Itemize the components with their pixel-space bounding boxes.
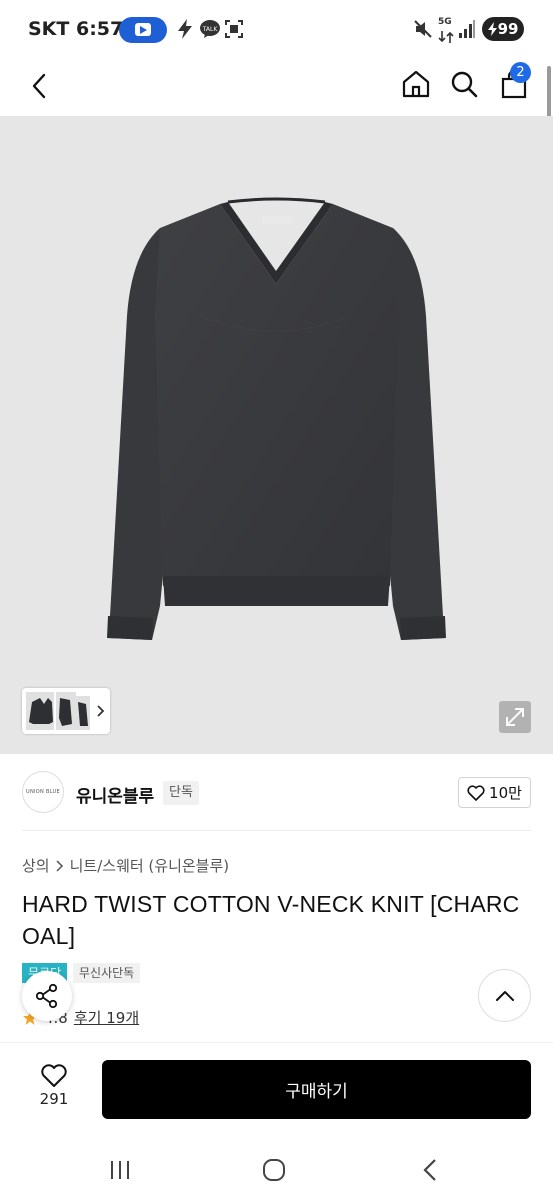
chevron-up-icon [495,990,514,1001]
carrier-time: SKT 6:57 [28,18,124,40]
breadcrumb-subcategory[interactable]: 니트/스웨터 (유니온블루) [70,855,230,876]
back-button[interactable] [22,66,56,106]
divider [22,830,531,831]
home-circle-icon [263,1159,285,1181]
brand-like-button[interactable]: 10만 [458,777,531,808]
battery-indicator: 99 [482,17,524,41]
back-nav-icon [423,1159,436,1181]
back-nav-button[interactable] [410,1150,450,1190]
brand-like-count: 10만 [489,784,522,802]
brand-logo[interactable]: UNION BLUE [22,771,64,813]
scrollbar[interactable] [547,66,551,118]
cart-count-badge: 2 [510,62,531,83]
battery-level: 99 [497,20,519,38]
scroll-top-button[interactable] [478,969,531,1022]
brand-name[interactable]: 유니온블루 [76,782,154,807]
thumbnail-images [26,692,105,730]
svg-text:TALK: TALK [202,26,219,33]
mute-icon [413,19,433,44]
system-nav-bar [0,1134,553,1200]
product-detail-screen: SKT 6:57 TALK 5G 99 2 UNION BLUE 유니온블루 단… [0,0,553,1200]
breadcrumb: 상의 니트/스웨터 (유니온블루) [22,855,229,876]
expand-button[interactable] [499,701,531,733]
review-link[interactable]: 후기 19개 [74,1007,139,1028]
recent-apps-icon [111,1161,129,1179]
talk-icon: TALK [199,19,221,44]
app-header [0,58,553,116]
buy-button[interactable]: 구매하기 [102,1060,531,1119]
chevron-right-icon [56,859,63,872]
signal-icon [458,19,476,43]
product-image[interactable] [0,116,553,754]
brand-logo-text: UNION BLUE [26,789,60,795]
youtube-icon [119,17,167,43]
breadcrumb-category[interactable]: 상의 [22,855,50,876]
search-icon [451,71,478,98]
product-title: HARD TWIST COTTON V-NECK KNIT [CHARCOAL] [22,891,520,949]
search-button[interactable] [446,64,482,104]
home-icon [402,70,430,98]
screenshot-icon [224,19,244,44]
wishlist-count: 291 [39,1090,69,1108]
network-label: 5G [438,17,452,27]
heart-icon [41,1064,67,1087]
brand-exclusive-tag: 단독 [163,781,199,805]
home-nav-button[interactable] [254,1150,294,1190]
share-icon [35,983,58,1009]
sweater-illustration [107,197,446,640]
expand-icon [506,708,524,726]
heart-icon [467,784,485,801]
badge-exclusive: 무신사단독 [73,963,141,983]
status-bar: SKT 6:57 TALK 5G 99 [0,0,553,58]
thumbnail-strip[interactable] [22,688,110,734]
recent-apps-button[interactable] [100,1150,140,1190]
share-button[interactable] [22,971,72,1021]
bolt-icon [176,18,194,45]
wishlist-button[interactable]: 291 [26,1064,82,1114]
data-arrows-icon [438,28,454,47]
home-button[interactable] [398,64,434,104]
chevron-left-icon [32,73,46,99]
